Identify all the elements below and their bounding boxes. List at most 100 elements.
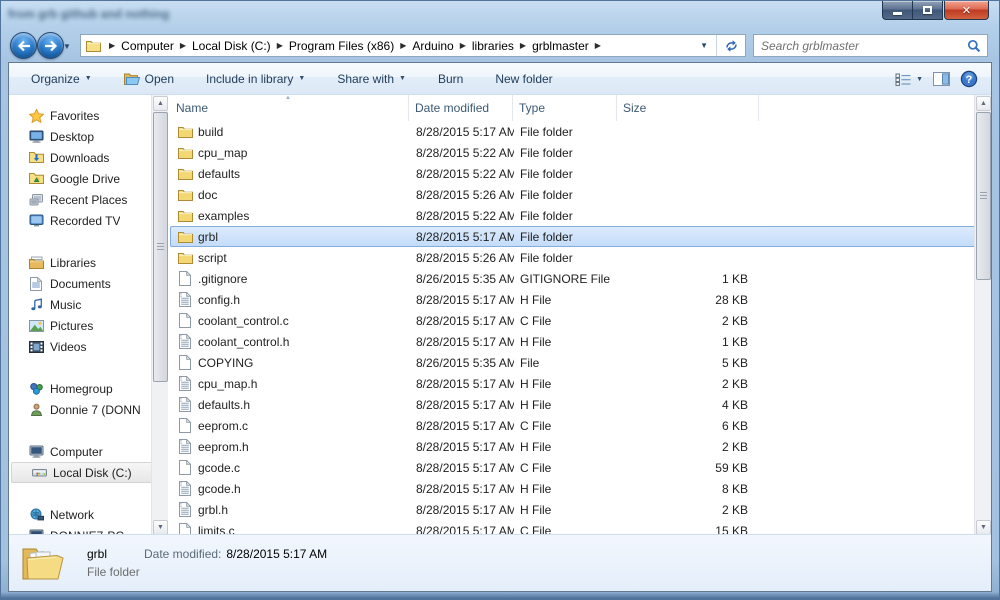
sidebar-item-downloads[interactable]: Downloads [9, 147, 168, 168]
sidebar-scrollbar[interactable]: ▲ ▼ [151, 95, 168, 536]
sidebar-item-videos[interactable]: Videos [9, 336, 168, 357]
column-header-size[interactable]: Size [617, 95, 759, 121]
breadcrumb-item[interactable]: Program Files (x86) [287, 39, 396, 53]
file-lines-icon [177, 292, 193, 307]
sidebar-section-libraries[interactable]: Libraries [9, 252, 168, 273]
sidebar-item-recorded-tv[interactable]: Recorded TV [9, 210, 168, 231]
file-row[interactable]: cpu_map8/28/2015 5:22 AMFile folder [170, 142, 991, 163]
desktop-icon [27, 130, 45, 143]
preview-pane-icon [933, 72, 950, 86]
toolbar-burn-button[interactable]: Burn [428, 68, 473, 90]
file-row[interactable]: build8/28/2015 5:17 AMFile folder [170, 121, 991, 142]
sidebar-section-network[interactable]: Network [9, 504, 168, 525]
scroll-down-icon[interactable]: ▼ [976, 520, 991, 535]
sidebar-section-homegroup[interactable]: Homegroup [9, 378, 168, 399]
folder-icon [177, 189, 193, 201]
sidebar-item-google-drive[interactable]: Google Drive [9, 168, 168, 189]
file-row[interactable]: defaults8/28/2015 5:22 AMFile folder [170, 163, 991, 184]
file-row[interactable]: coolant_control.h8/28/2015 5:17 AMH File… [170, 331, 991, 352]
search-input[interactable] [754, 39, 967, 53]
explorer-window: from grb github and nothing ✕ ▼ ▶Compute… [0, 0, 1000, 600]
breadcrumb-item[interactable]: grblmaster [530, 39, 591, 53]
recent-pages-dropdown[interactable]: ▼ [63, 42, 71, 51]
file-row[interactable]: cpu_map.h8/28/2015 5:17 AMH File2 KB [170, 373, 991, 394]
toolbar-share-with-button[interactable]: Share with▼ [327, 68, 416, 90]
folder-icon [177, 210, 193, 222]
close-button[interactable]: ✕ [944, 1, 989, 20]
sidebar-item-pictures[interactable]: Pictures [9, 315, 168, 336]
file-row[interactable]: COPYING8/26/2015 5:35 AMFile5 KB [170, 352, 991, 373]
file-row[interactable]: defaults.h8/28/2015 5:17 AMH File4 KB [170, 394, 991, 415]
close-icon: ✕ [962, 4, 971, 17]
navigation-bar: ▼ ▶Computer▶Local Disk (C:)▶Program File… [0, 30, 1000, 62]
column-header-date-modified[interactable]: Date modified [409, 95, 513, 121]
file-row[interactable]: eeprom.h8/28/2015 5:17 AMH File2 KB [170, 436, 991, 457]
folder-open-icon [21, 544, 65, 582]
folder-icon [177, 126, 193, 138]
file-row[interactable]: gcode.c8/28/2015 5:17 AMC File59 KB [170, 457, 991, 478]
forward-arrow-icon [44, 40, 58, 52]
file-row[interactable]: examples8/28/2015 5:22 AMFile folder [170, 205, 991, 226]
breadcrumb-item[interactable]: Arduino [410, 39, 455, 53]
window-title: from grb github and nothing [8, 7, 169, 21]
folder-icon [177, 252, 193, 264]
column-header-name[interactable]: ▲Name [170, 95, 409, 121]
navigation-pane: FavoritesDesktopDownloadsGoogle DriveRec… [9, 95, 168, 536]
sidebar-item-recent-places[interactable]: Recent Places [9, 189, 168, 210]
file-row[interactable]: grbl8/28/2015 5:17 AMFile folder [170, 226, 991, 247]
sidebar-section-computer[interactable]: Computer [9, 441, 168, 462]
file-row[interactable]: eeprom.c8/28/2015 5:17 AMC File6 KB [170, 415, 991, 436]
file-row[interactable]: .gitignore8/26/2015 5:35 AMGITIGNORE Fil… [170, 268, 991, 289]
sidebar-item-donnie-7-donn[interactable]: Donnie 7 (DONN [9, 399, 168, 420]
scroll-up-icon[interactable]: ▲ [976, 96, 991, 111]
change-view-button[interactable]: ▼ [890, 69, 928, 90]
toolbar-include-in-library-button[interactable]: Include in library▼ [196, 68, 315, 90]
sidebar-item-desktop[interactable]: Desktop [9, 126, 168, 147]
toolbar-organize-button[interactable]: Organize▼ [21, 68, 102, 90]
disk-icon [30, 467, 48, 478]
file-row[interactable]: coolant_control.c8/28/2015 5:17 AMC File… [170, 310, 991, 331]
refresh-button[interactable] [716, 35, 745, 56]
title-bar: from grb github and nothing [8, 7, 428, 25]
breadcrumb-item[interactable]: Local Disk (C:) [190, 39, 273, 53]
details-date-label: Date modified: [144, 547, 221, 561]
minimize-button[interactable] [882, 1, 912, 20]
refresh-icon [724, 39, 739, 53]
back-button[interactable] [10, 32, 37, 59]
file-row[interactable]: grbl.h8/28/2015 5:17 AMH File2 KB [170, 499, 991, 520]
scroll-up-icon[interactable]: ▲ [153, 96, 168, 111]
search-icon[interactable] [967, 39, 987, 53]
sidebar-scroll-thumb[interactable] [153, 112, 168, 382]
filelist-scrollbar[interactable]: ▲ ▼ [974, 95, 991, 536]
sidebar-item-local-disk-c-[interactable]: Local Disk (C:) [11, 462, 164, 483]
breadcrumb: ▶Computer▶Local Disk (C:)▶Program Files … [105, 39, 605, 53]
address-dropdown-icon[interactable]: ▼ [692, 41, 716, 50]
column-headers: ▲NameDate modifiedTypeSize [168, 95, 991, 121]
breadcrumb-item[interactable]: Computer [119, 39, 176, 53]
column-header-type[interactable]: Type [513, 95, 617, 121]
back-arrow-icon [17, 40, 31, 52]
scroll-down-icon[interactable]: ▼ [153, 520, 168, 535]
file-lines-icon [177, 376, 193, 391]
toolbar-open-button[interactable]: Open [114, 68, 184, 90]
maximize-button[interactable] [912, 1, 943, 20]
breadcrumb-separator-icon: ▶ [396, 41, 410, 50]
sidebar-section-favorites[interactable]: Favorites [9, 105, 168, 126]
preview-pane-button[interactable] [928, 68, 955, 90]
maximize-icon [923, 6, 932, 14]
sidebar-item-music[interactable]: Music [9, 294, 168, 315]
address-bar[interactable]: ▶Computer▶Local Disk (C:)▶Program Files … [80, 34, 746, 57]
help-button[interactable]: ? [955, 66, 983, 92]
toolbar-new-folder-button[interactable]: New folder [485, 68, 562, 90]
file-row[interactable]: doc8/28/2015 5:26 AMFile folder [170, 184, 991, 205]
file-row[interactable]: script8/28/2015 5:26 AMFile folder [170, 247, 991, 268]
file-row[interactable]: config.h8/28/2015 5:17 AMH File28 KB [170, 289, 991, 310]
file-row[interactable]: gcode.h8/28/2015 5:17 AMH File8 KB [170, 478, 991, 499]
breadcrumb-separator-icon: ▶ [105, 41, 119, 50]
sidebar-item-documents[interactable]: Documents [9, 273, 168, 294]
file-lines-icon [177, 502, 193, 517]
filelist-scroll-thumb[interactable] [976, 112, 991, 280]
forward-button[interactable] [37, 32, 64, 59]
breadcrumb-separator-icon: ▶ [273, 41, 287, 50]
breadcrumb-item[interactable]: libraries [470, 39, 516, 53]
